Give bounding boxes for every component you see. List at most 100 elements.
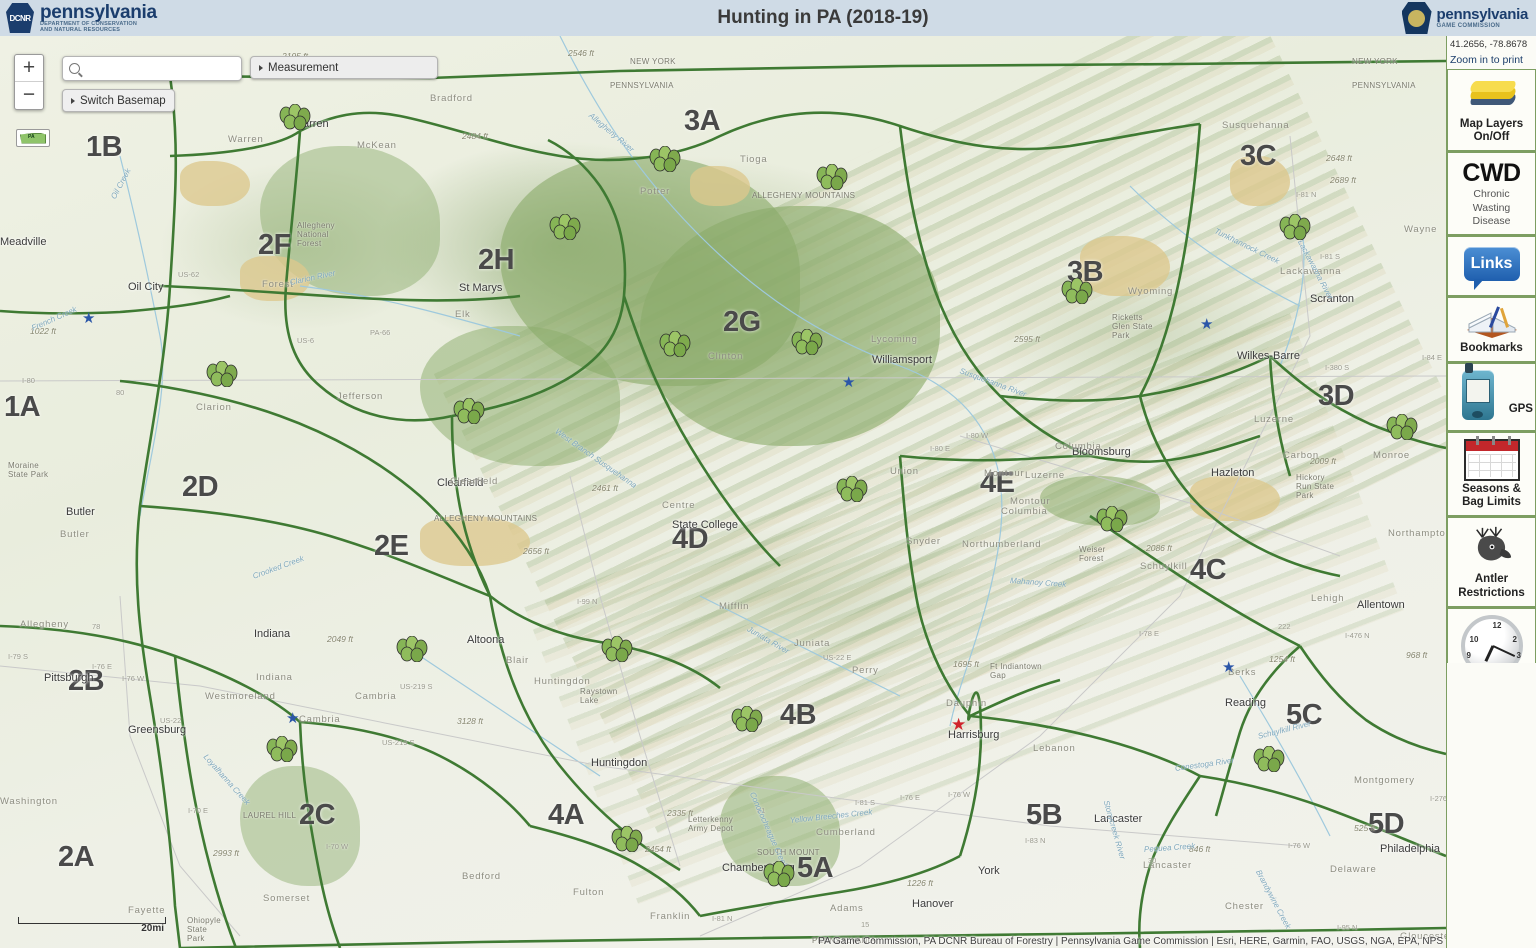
city-label: St Marys bbox=[459, 282, 503, 294]
bookmarks-book-icon bbox=[1463, 304, 1521, 340]
elevation-label: 2335 ft bbox=[667, 808, 693, 818]
county-label: Schuylkill bbox=[1140, 561, 1188, 572]
county-label: Union bbox=[890, 466, 919, 477]
state-game-lands-tree-marker[interactable] bbox=[790, 328, 824, 356]
basemap-label: Switch Basemap bbox=[80, 94, 166, 107]
county-label: Somerset bbox=[263, 893, 311, 904]
state-game-lands-tree-marker[interactable] bbox=[835, 475, 869, 503]
county-label: Clinton bbox=[708, 351, 744, 362]
state-capital-star-marker[interactable]: ★ bbox=[951, 716, 966, 733]
state-game-lands-tree-marker[interactable] bbox=[395, 635, 429, 663]
sidebar-tool-bookmarks[interactable]: Bookmarks bbox=[1447, 296, 1536, 364]
seasons-label-2: Bag Limits bbox=[1462, 496, 1521, 509]
city-label: Altoona bbox=[467, 634, 505, 646]
state-game-lands-tree-marker[interactable] bbox=[1278, 213, 1312, 241]
county-label: Wayne bbox=[1404, 224, 1438, 235]
game-commission-seal-icon bbox=[1401, 2, 1432, 34]
map-layers-icon bbox=[1465, 78, 1519, 116]
wmu-label: 4A bbox=[548, 799, 585, 831]
city-star-marker[interactable]: ★ bbox=[82, 311, 95, 326]
state-game-lands-tree-marker[interactable] bbox=[1095, 505, 1129, 533]
city-star-marker[interactable]: ★ bbox=[842, 375, 855, 390]
wmu-label: 1B bbox=[86, 131, 123, 163]
pa-locator-label: PA bbox=[28, 133, 35, 140]
road-label: I-81 S bbox=[855, 798, 876, 807]
county-label: Montour bbox=[984, 468, 1025, 479]
state-game-lands-tree-marker[interactable] bbox=[600, 635, 634, 663]
city-label: Pittsburgh bbox=[44, 672, 94, 684]
county-label: Westmoreland bbox=[205, 691, 276, 702]
switch-basemap-dropdown[interactable]: Switch Basemap bbox=[62, 89, 175, 112]
state-game-lands-tree-marker[interactable] bbox=[658, 330, 692, 358]
road-label: US-22 E bbox=[823, 653, 852, 662]
county-label: Tioga bbox=[740, 154, 768, 165]
measurement-dropdown[interactable]: Measurement bbox=[250, 56, 438, 79]
road-label: PA-66 bbox=[370, 328, 391, 337]
cwd-acronym: CWD bbox=[1462, 159, 1521, 188]
dcnr-logo-text: DCNR bbox=[9, 13, 31, 23]
state-game-lands-tree-marker[interactable] bbox=[730, 705, 764, 733]
state-game-lands-tree-marker[interactable] bbox=[265, 735, 299, 763]
state-game-lands-tree-marker[interactable] bbox=[1385, 413, 1419, 441]
pa-state-shape-icon: PA bbox=[20, 132, 46, 144]
zoom-in-button[interactable]: + bbox=[15, 55, 43, 82]
zoom-controls[interactable]: + − bbox=[14, 54, 44, 110]
map-canvas[interactable]: 1B 2F 1A 2D 2E 2H 3A 2G 3C 3B 3D 4E 4C 4D 4B 2B 2C 2A 4A 5A… bbox=[0, 36, 1446, 948]
place-label: ALLEGHENY MOUNTAINS bbox=[434, 514, 538, 523]
state-game-lands-tree-marker[interactable] bbox=[762, 860, 796, 888]
county-label: Montgomery bbox=[1354, 775, 1415, 786]
road-label: US-62 bbox=[178, 270, 200, 279]
state-game-lands-tree-marker[interactable] bbox=[548, 213, 582, 241]
road-label: I-80 E bbox=[930, 444, 951, 453]
sidebar-tool-gps[interactable]: GPS bbox=[1447, 363, 1536, 433]
place-label: LAUREL HILL bbox=[243, 811, 297, 820]
state-game-lands-tree-marker[interactable] bbox=[815, 163, 849, 191]
search-input[interactable] bbox=[85, 62, 235, 75]
road-label: US-6 bbox=[297, 336, 315, 345]
dcnr-subtitle-2: AND NATURAL RESOURCES bbox=[40, 26, 121, 33]
wmu-label: 5B bbox=[1026, 799, 1063, 831]
city-label: Huntingdon bbox=[591, 757, 648, 769]
sidebar-tool-clock[interactable]: 12 2 3 10 9 bbox=[1447, 607, 1536, 663]
county-label: Snyder bbox=[906, 536, 941, 547]
city-star-marker[interactable]: ★ bbox=[286, 711, 299, 726]
city-label: Butler bbox=[66, 506, 95, 518]
state-game-lands-tree-marker[interactable] bbox=[452, 397, 486, 425]
pgc-branding: pennsylvania GAME COMMISSION bbox=[1346, 2, 1536, 34]
elevation-label: 2461 ft bbox=[592, 483, 618, 493]
zoom-out-button[interactable]: − bbox=[15, 82, 43, 109]
app-header: DCNR pennsylvania DEPARTMENT OF CONSERVA… bbox=[0, 0, 1536, 36]
search-icon bbox=[69, 63, 80, 74]
dcnr-branding: DCNR pennsylvania DEPARTMENT OF CONSERVA… bbox=[0, 3, 300, 33]
elevation-label: 2086 ft bbox=[1146, 543, 1172, 553]
state-game-lands-tree-marker[interactable] bbox=[205, 360, 239, 388]
city-star-marker[interactable]: ★ bbox=[1222, 660, 1235, 675]
dcnr-text-block: pennsylvania DEPARTMENT OF CONSERVATION … bbox=[40, 3, 157, 33]
sidebar-tool-map-layers[interactable]: Map Layers On/Off bbox=[1447, 69, 1536, 153]
dcnr-title: pennsylvania bbox=[40, 2, 157, 23]
sidebar-tool-seasons[interactable]: Seasons & Bag Limits bbox=[1447, 432, 1536, 518]
map-layers-label-1: Map Layers bbox=[1459, 118, 1524, 130]
state-game-lands-tree-marker[interactable] bbox=[278, 103, 312, 131]
state-game-lands-tree-marker[interactable] bbox=[648, 145, 682, 173]
county-label: Jefferson bbox=[337, 391, 384, 402]
measurement-label: Measurement bbox=[268, 61, 339, 74]
search-box[interactable] bbox=[62, 56, 242, 81]
pa-locator-badge[interactable]: PA bbox=[16, 129, 50, 147]
road-label: 15 bbox=[861, 920, 870, 929]
city-label: Allentown bbox=[1357, 599, 1405, 611]
elevation-label: 2689 ft bbox=[1330, 175, 1356, 185]
county-label: Chester bbox=[1225, 901, 1264, 912]
elevation-label: 2595 ft bbox=[1014, 334, 1040, 344]
state-game-lands-tree-marker[interactable] bbox=[610, 825, 644, 853]
place-label: NEW YORK bbox=[1352, 57, 1398, 66]
sidebar-tool-cwd[interactable]: CWD Chronic Wasting Disease bbox=[1447, 152, 1536, 236]
state-game-lands-tree-marker[interactable] bbox=[1252, 745, 1286, 773]
city-star-marker[interactable]: ★ bbox=[1200, 317, 1213, 332]
road-label: I-84 E bbox=[1422, 353, 1443, 362]
state-game-lands-tree-marker[interactable] bbox=[1060, 277, 1094, 305]
sidebar-tool-antler[interactable]: Antler Restrictions bbox=[1447, 517, 1536, 608]
road-label: I-81 N bbox=[712, 914, 733, 923]
sidebar-tool-links[interactable]: Links bbox=[1447, 235, 1536, 297]
elevation-label: 525 ft bbox=[1354, 823, 1376, 833]
